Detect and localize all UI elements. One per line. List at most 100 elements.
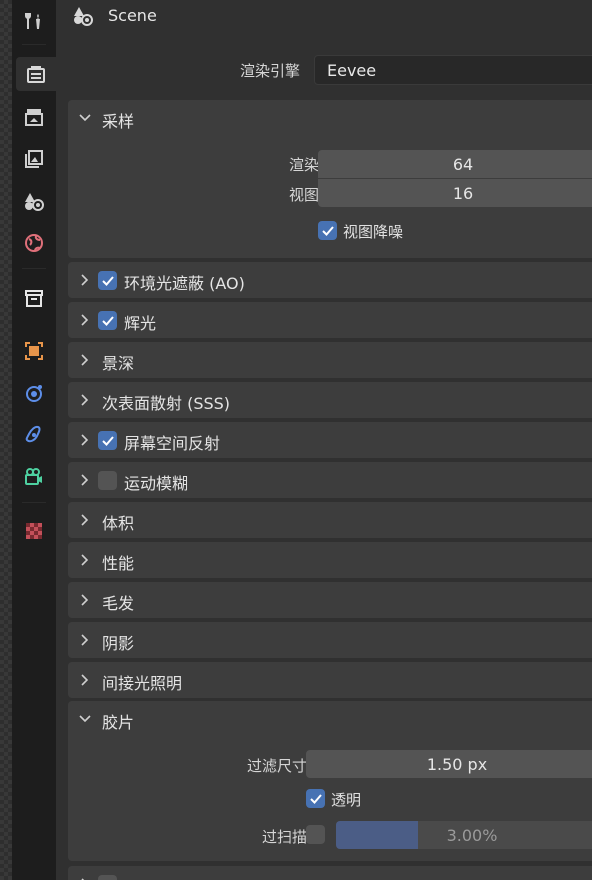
panel-enable-checkbox[interactable] [98, 311, 117, 330]
panel-title: 辉光 [124, 314, 157, 333]
render-engine-label: 渲染引擎 [239, 62, 300, 80]
panel-title: 阴影 [102, 634, 135, 653]
tab-object[interactable] [16, 334, 52, 368]
panel-header[interactable]: 间接光照明 [68, 662, 592, 698]
header-title: Scene [108, 6, 157, 25]
overscan-checkbox[interactable] [306, 825, 325, 844]
tab-texture[interactable] [16, 514, 52, 548]
checkmark-icon [101, 315, 114, 326]
overscan-value: 3.00% [446, 826, 498, 845]
chevron-right-icon [81, 274, 89, 286]
filter-size-value: 1.50 px [426, 755, 488, 774]
collection-icon [25, 290, 43, 307]
chevron-down-icon [79, 114, 91, 122]
panel-header[interactable]: 次表面散射 (SSS) [68, 382, 592, 418]
chevron-right-icon [81, 594, 89, 606]
panel-sampling-title: 采样 [102, 112, 135, 131]
panel-film: 胶片 过滤尺寸 1.50 px 透明 过扫描 3.00% [68, 701, 592, 861]
properties-header: Scene [56, 0, 592, 34]
panel-header[interactable]: 阴影 [68, 622, 592, 658]
panel-collapsed: 次表面散射 (SSS) [68, 382, 592, 418]
properties-main: Scene 渲染引擎 Eevee 采样 渲染 64 视图 16 视图降噪 环境光… [56, 0, 592, 880]
texture-icon [26, 523, 42, 539]
panel-collapsed: 运动模糊 [68, 462, 592, 498]
panel-enable-checkbox[interactable] [98, 271, 117, 290]
tab-tool[interactable] [16, 4, 52, 38]
physics-icon [26, 385, 42, 402]
panel-next-partial [68, 866, 592, 880]
panel-header[interactable]: 体积 [68, 502, 592, 538]
tab-world[interactable] [16, 226, 52, 260]
tab-view-layer[interactable] [16, 142, 52, 176]
tab-scene[interactable] [16, 184, 52, 218]
tab-render[interactable] [16, 57, 56, 91]
panel-collapsed: 性能 [68, 542, 592, 578]
panel-next-partial-checkbox[interactable] [98, 875, 117, 880]
render-engine-value: Eevee [327, 61, 377, 80]
panel-sampling-header[interactable]: 采样 [68, 100, 592, 136]
viewport-edge [0, 0, 12, 880]
scene-icon [74, 7, 93, 26]
panel-next-partial-header[interactable] [68, 866, 592, 880]
panel-collapsed: 环境光遮蔽 (AO) [68, 262, 592, 298]
output-icon [25, 109, 43, 126]
render-samples-label: 渲染 [288, 156, 319, 174]
tab-output[interactable] [16, 100, 52, 134]
panel-header[interactable]: 景深 [68, 342, 592, 378]
viewport-samples-value: 16 [452, 184, 474, 203]
tab-object-data[interactable] [16, 460, 52, 494]
panel-collapsed: 毛发 [68, 582, 592, 618]
panel-title: 运动模糊 [124, 474, 189, 493]
checkmark-icon [309, 793, 322, 804]
panel-collapsed: 屏幕空间反射 [68, 422, 592, 458]
checkmark-icon [101, 275, 114, 286]
panel-title: 屏幕空间反射 [124, 434, 221, 453]
panel-header[interactable]: 毛发 [68, 582, 592, 618]
panel-enable-checkbox[interactable] [98, 471, 117, 490]
transparent-checkbox[interactable] [306, 789, 325, 808]
chevron-right-icon [81, 554, 89, 566]
panel-header[interactable]: 运动模糊 [68, 462, 592, 498]
render-engine-select[interactable]: Eevee [314, 55, 592, 85]
chevron-right-icon [81, 674, 89, 686]
chevron-right-icon [81, 314, 89, 326]
render-engine-row: 渲染引擎 Eevee [56, 54, 592, 86]
filter-size-field[interactable]: 1.50 px [306, 750, 592, 778]
panel-enable-checkbox[interactable] [98, 431, 117, 450]
checkmark-icon [101, 435, 114, 446]
world-icon [25, 234, 43, 252]
viewport-samples-label: 视图 [288, 186, 319, 204]
chevron-right-icon [81, 354, 89, 366]
render-icon [27, 66, 45, 83]
tab-collection[interactable] [16, 281, 52, 315]
chevron-right-icon [81, 634, 89, 646]
object-icon [25, 342, 43, 360]
overscan-slider[interactable]: 3.00% [336, 821, 592, 849]
panel-collapsed: 景深 [68, 342, 592, 378]
view-layer-icon [25, 150, 43, 168]
panel-header[interactable]: 性能 [68, 542, 592, 578]
panel-sampling: 采样 渲染 64 视图 16 视图降噪 [68, 100, 592, 258]
panel-collapsed: 阴影 [68, 622, 592, 658]
overscan-label: 过扫描 [261, 828, 307, 846]
panel-title: 次表面散射 (SSS) [102, 394, 231, 413]
chevron-right-icon [81, 474, 89, 486]
viewport-denoise-label: 视图降噪 [343, 223, 404, 241]
panel-title: 性能 [102, 554, 135, 573]
render-samples-field[interactable]: 64 [318, 150, 592, 178]
panel-header[interactable]: 辉光 [68, 302, 592, 338]
checkmark-icon [321, 225, 334, 236]
tab-physics[interactable] [16, 376, 52, 410]
viewport-denoise-checkbox[interactable] [318, 221, 337, 240]
panel-film-header[interactable]: 胶片 [68, 701, 592, 737]
tab-constraints[interactable] [16, 418, 52, 452]
panel-title: 毛发 [102, 594, 135, 613]
panel-header[interactable]: 屏幕空间反射 [68, 422, 592, 458]
chevron-down-icon [79, 715, 91, 723]
panel-header[interactable]: 环境光遮蔽 (AO) [68, 262, 592, 298]
viewport-samples-field[interactable]: 16 [318, 179, 592, 207]
filter-size-label: 过滤尺寸 [246, 757, 307, 775]
panel-title: 环境光遮蔽 (AO) [124, 274, 245, 293]
panel-film-title: 胶片 [102, 713, 135, 732]
chevron-right-icon [81, 394, 89, 406]
